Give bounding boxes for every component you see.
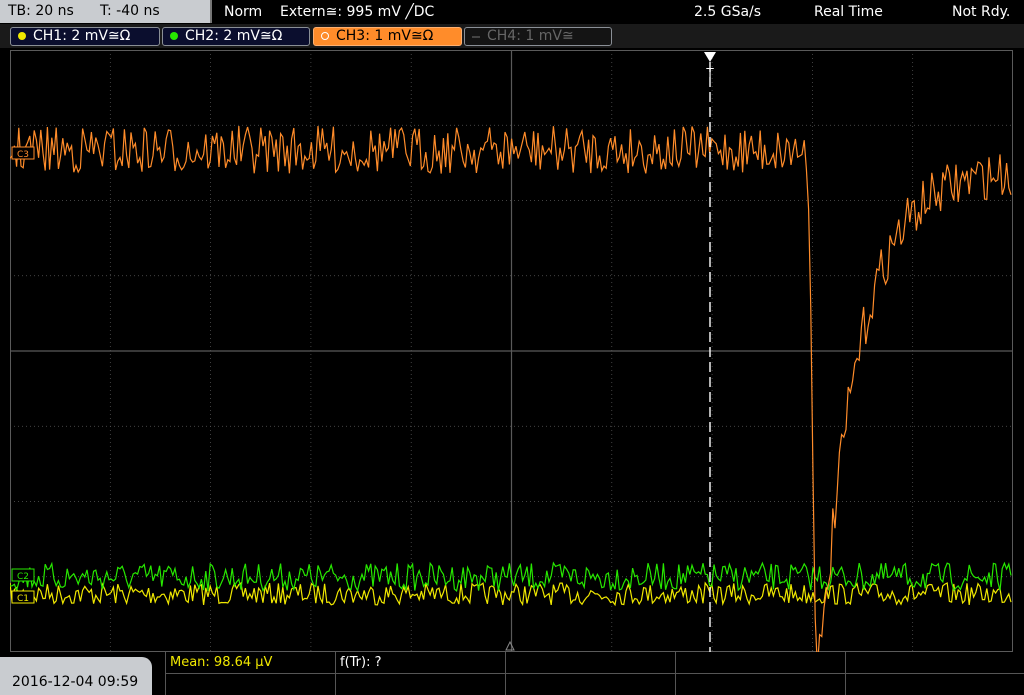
channel-2-reference-label: C2 xyxy=(17,572,29,582)
measurement-cell-1[interactable]: Mean: 98.64 µV xyxy=(165,652,335,695)
mean-measurement-label: Mean: 98.64 µV xyxy=(170,655,273,670)
timebase-label: TB: 20 ns xyxy=(8,3,74,19)
channel-3-reference-label: C3 xyxy=(17,150,29,160)
trigger-arrow-icon[interactable] xyxy=(704,52,716,62)
trigger-source-label[interactable]: Extern≅: 995 mV ╱DC xyxy=(280,4,434,20)
trigger-time-label: T: -40 ns xyxy=(100,3,160,19)
channel-3-label: CH3: 1 mV≅Ω xyxy=(336,28,434,44)
channel-1-label: CH1: 2 mV≅Ω xyxy=(33,28,131,44)
channel-1-button[interactable]: CH1: 2 mV≅Ω xyxy=(10,27,160,46)
channel-1-dot-icon xyxy=(18,32,26,40)
channel-3-dot-icon xyxy=(321,32,329,40)
channel-4-button[interactable]: CH4: 1 mV≅ xyxy=(464,27,612,46)
channel-4-label: CH4: 1 mV≅ xyxy=(487,28,574,44)
trigger-marker: T xyxy=(705,66,714,80)
measurement-cell-4[interactable] xyxy=(675,652,845,695)
channel-2-dot-icon xyxy=(170,32,178,40)
datetime-label: 2016-12-04 09:59 xyxy=(12,674,139,690)
trigger-mode-label[interactable]: Norm xyxy=(224,4,262,20)
measurement-cell-2[interactable]: f(Tr): ? xyxy=(335,652,505,695)
channel-bar: CH1: 2 mV≅Ω CH2: 2 mV≅Ω CH3: 1 mV≅Ω CH4:… xyxy=(0,24,1024,48)
channel-2-button[interactable]: CH2: 2 mV≅Ω xyxy=(162,27,310,46)
channel-2-label: CH2: 2 mV≅Ω xyxy=(185,28,283,44)
datetime-panel[interactable]: 2016-12-04 09:59 xyxy=(0,657,152,695)
top-status-bar: TB: 20 ns T: -40 ns Norm Extern≅: 995 mV… xyxy=(0,0,1024,24)
sample-rate-label: 2.5 GSa/s xyxy=(694,4,762,20)
waveform-svg: T C3 C2 C1 xyxy=(10,50,1013,652)
channel-4-off-icon xyxy=(472,36,480,38)
channel-1-reference-label: C1 xyxy=(17,594,29,604)
status-label: Not Rdy. xyxy=(952,4,1011,20)
waveform-display[interactable]: T C3 C2 C1 xyxy=(10,50,1013,652)
channel-1-trace xyxy=(10,581,1012,607)
channel-1-reference-marker[interactable]: C1 xyxy=(11,590,35,604)
acquisition-mode-label[interactable]: Real Time xyxy=(814,4,883,20)
timebase-panel[interactable]: TB: 20 ns T: -40 ns xyxy=(0,0,212,23)
rise-time-measurement-label: f(Tr): ? xyxy=(340,655,382,670)
channel-3-button[interactable]: CH3: 1 mV≅Ω xyxy=(313,27,462,46)
measurement-cell-3[interactable] xyxy=(505,652,675,695)
channel-2-reference-marker[interactable]: C2 xyxy=(11,568,35,582)
channel-3-reference-marker[interactable]: C3 xyxy=(11,146,35,160)
ground-marker-icon xyxy=(505,640,515,651)
measurement-cell-5[interactable] xyxy=(845,652,1024,695)
